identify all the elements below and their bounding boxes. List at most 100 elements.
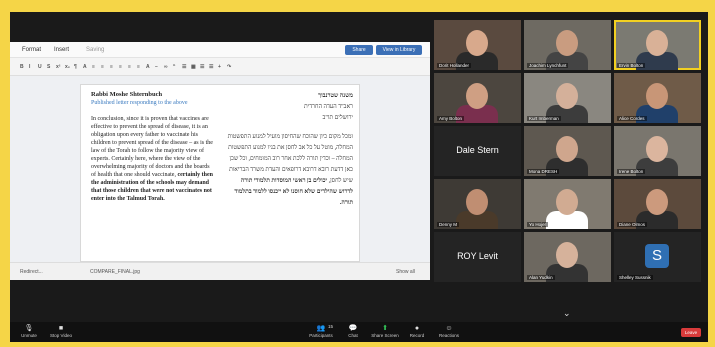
share-screen-button[interactable]: ⬆ Share Screen bbox=[370, 325, 400, 338]
participant-tile[interactable]: ROY Levit bbox=[434, 232, 521, 282]
stop-video-icon: ■ bbox=[58, 325, 64, 332]
toolbar-button[interactable]: ∞ bbox=[164, 64, 168, 70]
hebrew-column: משנה שטרנבוך ראב"ד העדה החרדית ירושלים ת… bbox=[227, 91, 353, 209]
participant-face bbox=[556, 30, 578, 56]
download-item-2[interactable]: COMPARE_FINAL.jpg bbox=[90, 269, 140, 275]
participant-tile[interactable]: Denny M bbox=[434, 179, 521, 229]
toolbar-button[interactable]: x² bbox=[56, 64, 60, 70]
stop-video-button[interactable]: ■ Stop Video bbox=[46, 325, 76, 338]
view-in-library-button[interactable]: View in Library bbox=[376, 45, 422, 55]
toolbar-button[interactable]: U bbox=[38, 64, 42, 70]
unmute-button[interactable]: 🎙 Unmute bbox=[14, 325, 44, 338]
toolbar-button[interactable]: ☰ bbox=[200, 64, 204, 70]
participant-tile[interactable]: Ervin Bolton bbox=[614, 20, 701, 70]
participant-tile[interactable]: S Shelley Sussnik bbox=[614, 232, 701, 282]
toolbar-button[interactable]: ▦ bbox=[191, 64, 196, 70]
format-toolbar: B I U Sx² x₂ ¶ A ≡ ≡ ≡ ≡ ≡ ≡ A − ∞ “☰ ▦ ☰ ☰ + ↷ bbox=[10, 58, 430, 76]
toolbar-button[interactable]: ↷ bbox=[227, 64, 231, 70]
meeting-controls: Leave 🎙 Unmute ■ Stop Video 👥 Participants 💬 Ch… bbox=[10, 322, 708, 342]
toolbar-button[interactable]: ¶ bbox=[74, 64, 77, 70]
toolbar-button[interactable]: ≡ bbox=[101, 64, 104, 70]
participant-face bbox=[646, 83, 668, 109]
document-page[interactable]: Rabbi Moshe Shternbuch Published letter … bbox=[80, 84, 360, 262]
show-all-link[interactable]: Show all bbox=[396, 269, 415, 275]
participant-name: Joachim Lynchfunt bbox=[527, 63, 569, 68]
zoom-window: Format Insert Saving Share View in Libra… bbox=[10, 12, 708, 342]
participant-face bbox=[556, 83, 578, 109]
participant-tile[interactable]: Dale Stern bbox=[434, 126, 521, 176]
participant-name: Dale Stern bbox=[456, 145, 499, 155]
participant-tile[interactable]: Alice Cordes bbox=[614, 73, 701, 123]
toolbar-button[interactable]: ≡ bbox=[92, 64, 95, 70]
participant-name: Dorit Hollander bbox=[437, 63, 472, 68]
participant-name: Amy Bolton bbox=[437, 116, 465, 121]
saving-status: Saving bbox=[86, 47, 105, 53]
share-button[interactable]: Share bbox=[345, 45, 373, 55]
participant-name: Alan Yudkin bbox=[527, 275, 555, 280]
participant-gallery: Dorit Hollander Joachim Lynchfunt Ervin Bo… bbox=[434, 20, 701, 282]
control-label: Reactions bbox=[438, 333, 459, 338]
participant-tile[interactable]: Diane Olmos bbox=[614, 179, 701, 229]
control-label: Chat bbox=[348, 333, 358, 338]
participant-name: Ervin Bolton bbox=[617, 63, 646, 68]
toolbar-button[interactable]: ☰ bbox=[209, 64, 213, 70]
menu-insert[interactable]: Insert bbox=[54, 47, 69, 53]
participant-tile[interactable]: Alan Yudkin bbox=[524, 232, 611, 282]
participant-tile[interactable]: Kurt Imberman bbox=[524, 73, 611, 123]
participant-tile[interactable]: Yo Hojer bbox=[524, 179, 611, 229]
chat-icon: 💬 bbox=[348, 325, 358, 332]
record-button[interactable]: ● Record bbox=[402, 325, 432, 338]
english-column: Rabbi Moshe Shternbuch Published letter … bbox=[91, 91, 213, 203]
participant-tile[interactable]: Amy Bolton bbox=[434, 73, 521, 123]
participant-face bbox=[466, 83, 488, 109]
author-heading: Rabbi Moshe Shternbuch bbox=[91, 91, 163, 98]
toolbar-button[interactable]: x₂ bbox=[65, 64, 70, 70]
control-label: Stop Video bbox=[50, 333, 72, 338]
participant-tile[interactable]: Mona DRESH bbox=[524, 126, 611, 176]
participant-face bbox=[466, 30, 488, 56]
share-screen-icon: ⬆ bbox=[382, 325, 388, 332]
toolbar-button[interactable]: A bbox=[146, 64, 150, 70]
participant-face bbox=[556, 242, 578, 268]
english-body: In conclusion, since it is proven that v… bbox=[91, 116, 213, 178]
download-item-1[interactable]: Redirect... bbox=[20, 269, 43, 275]
toolbar-button[interactable]: ≡ bbox=[110, 64, 113, 70]
subtitle: Published letter responding to the above bbox=[91, 100, 188, 106]
participant-name: Shelley Sussnik bbox=[617, 275, 653, 280]
editor-menubar: Format Insert Saving Share View in Libra… bbox=[10, 42, 430, 58]
toolbar-button[interactable]: ≡ bbox=[137, 64, 140, 70]
chat-button[interactable]: 💬 Chat bbox=[338, 325, 368, 338]
control-label: Share Screen bbox=[371, 333, 399, 338]
toolbar-button[interactable]: ≡ bbox=[119, 64, 122, 70]
toolbar-button[interactable]: ≡ bbox=[128, 64, 131, 70]
hebrew-line2: ראב"ד העדה החרדית bbox=[303, 104, 353, 110]
toolbar-button[interactable]: S bbox=[47, 64, 50, 70]
reactions-button[interactable]: ☺ Reactions bbox=[434, 325, 464, 338]
participant-count: 15 bbox=[328, 324, 334, 329]
toolbar-button[interactable]: I bbox=[29, 64, 30, 70]
menu-format[interactable]: Format bbox=[22, 47, 41, 53]
toolbar-button[interactable]: + bbox=[218, 64, 221, 70]
participant-tile[interactable]: Irene Bolton bbox=[614, 126, 701, 176]
record-icon: ● bbox=[414, 325, 420, 332]
participant-tile[interactable]: Joachim Lynchfunt bbox=[524, 20, 611, 70]
reactions-icon: ☺ bbox=[445, 325, 453, 332]
hebrew-heading: משנה שטרנבוך bbox=[318, 93, 353, 99]
unmute-icon: 🎙 bbox=[24, 325, 34, 332]
hebrew-line3: ירושלים תו"ב bbox=[322, 115, 353, 121]
participant-name: Mona DRESH bbox=[527, 169, 560, 174]
toolbar-button[interactable]: “ bbox=[173, 64, 176, 70]
toolbar-button[interactable]: A bbox=[83, 64, 87, 70]
control-label: Participants bbox=[309, 333, 333, 338]
participant-face bbox=[556, 189, 578, 215]
toolbar-button[interactable]: ☰ bbox=[182, 64, 186, 70]
shared-screen: Format Insert Saving Share View in Libra… bbox=[10, 42, 430, 280]
editor-canvas: Rabbi Moshe Shternbuch Published letter … bbox=[10, 76, 430, 262]
toolbar-button[interactable]: B bbox=[20, 64, 24, 70]
participant-tile[interactable]: Dorit Hollander bbox=[434, 20, 521, 70]
chevron-down-icon[interactable]: ⌄ bbox=[563, 308, 575, 318]
participant-face bbox=[556, 136, 578, 162]
leave-button[interactable]: Leave bbox=[681, 328, 701, 337]
toolbar-button[interactable]: − bbox=[155, 64, 158, 70]
control-label: Record bbox=[409, 333, 425, 338]
